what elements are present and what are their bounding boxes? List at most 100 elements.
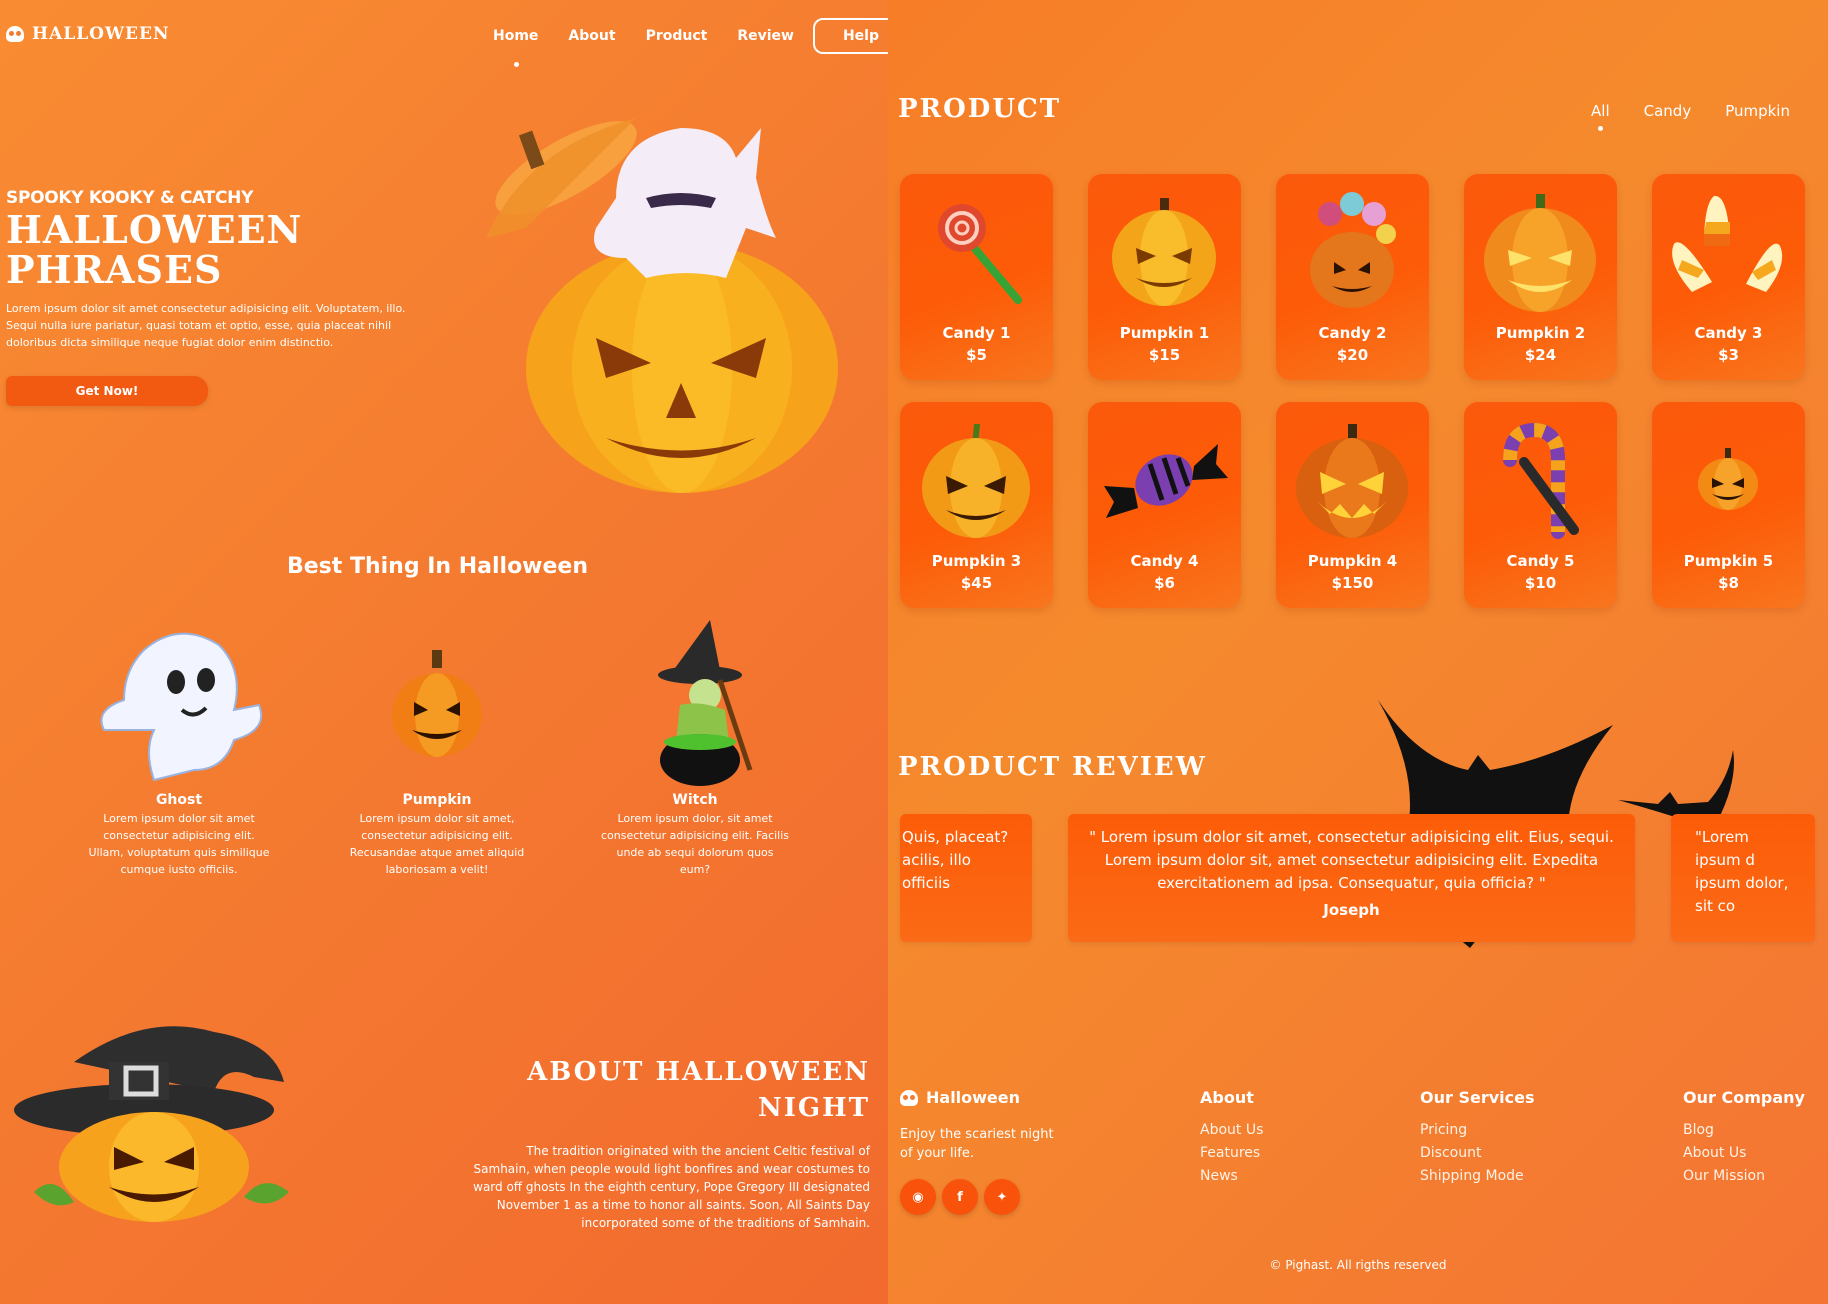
lollipop-icon	[900, 174, 1053, 324]
product-card[interactable]: Candy 5 $10	[1464, 402, 1617, 608]
filter-candy[interactable]: Candy	[1644, 102, 1692, 120]
product-card[interactable]: Candy 1 $5	[900, 174, 1053, 380]
best-things-title: Best Thing In Halloween	[286, 554, 589, 579]
wrapped-candy-icon	[1088, 402, 1241, 552]
witch-hat-pumpkin-image	[14, 1022, 294, 1222]
footer-link[interactable]: Features	[1200, 1142, 1263, 1165]
pumpkin-icon	[1088, 174, 1241, 324]
footer-column-title: Our Services	[1420, 1088, 1535, 1107]
product-card[interactable]: Pumpkin 2 $24	[1464, 174, 1617, 380]
product-card[interactable]: Candy 3 $3	[1652, 174, 1805, 380]
product-section-title: PRODUCT	[898, 94, 1062, 124]
home-panel: HALLOWEEN Home About Product Review Help…	[0, 0, 888, 1304]
footer-column-title: Our Company	[1683, 1088, 1805, 1107]
footer-column-services: Our Services Pricing Discount Shipping M…	[1420, 1088, 1535, 1188]
review-author: Joseph	[1323, 901, 1380, 919]
filter-all[interactable]: All	[1591, 102, 1610, 131]
product-price: $8	[1718, 574, 1739, 592]
product-grid: Candy 1 $5 Pumpkin 1 $15 Candy 2 $20 Pum…	[900, 174, 1805, 608]
product-name: Pumpkin 5	[1683, 552, 1774, 570]
feature-name: Ghost	[155, 792, 203, 808]
facebook-icon[interactable]: f	[942, 1179, 978, 1215]
pumpkin-icon	[900, 402, 1053, 552]
pumpkin-icon	[342, 620, 532, 790]
about-text: The tradition originated with the ancien…	[473, 1144, 870, 1230]
product-card[interactable]: Candy 4 $6	[1088, 402, 1241, 608]
skull-icon	[6, 26, 24, 42]
footer-column-title: About	[1200, 1088, 1254, 1107]
product-name: Candy 1	[942, 324, 1011, 342]
candy-cane-icon	[1464, 402, 1617, 552]
nav-about[interactable]: About	[553, 28, 630, 44]
feature-text: Lorem ipsum dolor, sit amet consectetur …	[600, 812, 790, 876]
footer-link[interactable]: News	[1200, 1165, 1263, 1188]
footer-link[interactable]: About Us	[1683, 1142, 1805, 1165]
product-name: Pumpkin 3	[931, 552, 1022, 570]
brand-logo[interactable]: HALLOWEEN	[6, 24, 170, 44]
product-card[interactable]: Candy 2 $20	[1276, 174, 1429, 380]
feature-text: Lorem ipsum dolor sit amet consectetur a…	[88, 812, 270, 876]
logo-text: HALLOWEEN	[32, 24, 170, 44]
product-card[interactable]: Pumpkin 5 $8	[1652, 402, 1805, 608]
product-name: Pumpkin 1	[1119, 324, 1210, 342]
review-carousel: Quis, placeat? acilis, illo officiis " L…	[900, 814, 1815, 944]
review-quote: " Lorem ipsum dolor sit amet, consectetu…	[1089, 828, 1614, 892]
footer-brand[interactable]: Halloween	[900, 1088, 1060, 1107]
nav-review[interactable]: Review	[722, 28, 809, 44]
twitter-icon[interactable]: ✦	[984, 1179, 1020, 1215]
footer-column-company: Our Company Blog About Us Our Mission	[1683, 1088, 1805, 1188]
nav-product[interactable]: Product	[631, 28, 723, 44]
product-name: Pumpkin 2	[1495, 324, 1586, 342]
filter-pumpkin[interactable]: Pumpkin	[1725, 102, 1790, 120]
product-panel: PRODUCT All Candy Pumpkin Candy 1 $5 Pum…	[888, 0, 1828, 1304]
product-price: $6	[1154, 574, 1175, 592]
product-name: Candy 5	[1506, 552, 1575, 570]
pumpkin-icon	[1276, 402, 1429, 552]
product-price: $20	[1336, 346, 1369, 364]
product-price: $3	[1718, 346, 1739, 364]
hero-ghost-pumpkin-image	[466, 108, 846, 498]
review-card-partial-right[interactable]: "Lorem ipsum d ipsum dolor, sit co	[1671, 814, 1815, 942]
candy-bucket-icon	[1276, 174, 1429, 324]
get-now-button[interactable]: Get Now!	[6, 376, 208, 406]
hero-subtitle: SPOOKY KOOKY & CATCHY	[6, 188, 254, 208]
review-section-title: PRODUCT REVIEW	[898, 752, 1207, 782]
footer-link[interactable]: Pricing	[1420, 1119, 1535, 1142]
footer-brand-name: Halloween	[926, 1088, 1021, 1107]
product-name: Candy 3	[1694, 324, 1763, 342]
witch-icon	[600, 620, 790, 790]
instagram-icon[interactable]: ◉	[900, 1179, 936, 1215]
review-quote: Quis, placeat? acilis, illo officiis	[902, 828, 1009, 892]
product-price: $24	[1524, 346, 1557, 364]
product-card[interactable]: Pumpkin 3 $45	[900, 402, 1053, 608]
feature-card-pumpkin: Pumpkin Lorem ipsum dolor sit amet, cons…	[342, 620, 532, 878]
hero-text: Lorem ipsum dolor sit amet consectetur a…	[6, 302, 406, 349]
footer-link[interactable]: Shipping Mode	[1420, 1165, 1535, 1188]
pumpkin-icon	[1652, 402, 1805, 552]
feature-card-witch: Witch Lorem ipsum dolor, sit amet consec…	[600, 620, 790, 878]
review-card-partial-left[interactable]: Quis, placeat? acilis, illo officiis	[900, 814, 1032, 942]
pumpkin-icon	[1464, 174, 1617, 324]
footer-link[interactable]: Our Mission	[1683, 1165, 1805, 1188]
footer-description: Enjoy the scariest night of your life.	[900, 1127, 1054, 1161]
feature-text: Lorem ipsum dolor sit amet, consectetur …	[349, 812, 525, 876]
social-links: ◉ f ✦	[900, 1179, 1060, 1215]
footer-link[interactable]: Discount	[1420, 1142, 1535, 1165]
product-price: $5	[966, 346, 987, 364]
candy-corn-icon	[1652, 174, 1805, 324]
product-name: Candy 4	[1130, 552, 1199, 570]
product-card[interactable]: Pumpkin 1 $15	[1088, 174, 1241, 380]
product-filters: All Candy Pumpkin	[1591, 102, 1790, 131]
feature-card-ghost: Ghost Lorem ipsum dolor sit amet consect…	[84, 620, 274, 878]
footer-link[interactable]: About Us	[1200, 1119, 1263, 1142]
skull-icon	[900, 1089, 918, 1106]
review-card[interactable]: " Lorem ipsum dolor sit amet, consectetu…	[1068, 814, 1635, 942]
help-button[interactable]: Help	[812, 18, 888, 54]
main-nav: Home About Product Review Help	[478, 18, 888, 67]
product-card[interactable]: Pumpkin 4 $150	[1276, 402, 1429, 608]
footer-column-about: About About Us Features News	[1200, 1088, 1263, 1188]
footer-link[interactable]: Blog	[1683, 1119, 1805, 1142]
nav-home[interactable]: Home	[478, 28, 553, 67]
feature-name: Pumpkin	[402, 792, 472, 808]
product-price: $10	[1524, 574, 1557, 592]
